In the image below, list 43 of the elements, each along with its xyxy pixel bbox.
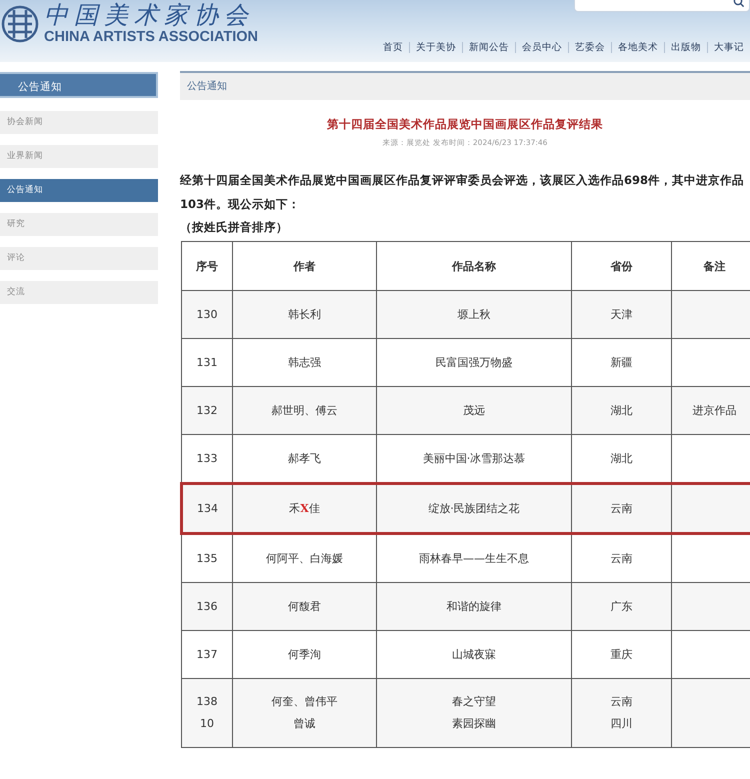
nav-link[interactable]: 大事记 [708, 40, 750, 54]
table-cell: 郝世明、傅云 [232, 386, 376, 434]
table-cell: 130 [182, 290, 232, 338]
cell-text: 10 [199, 716, 215, 732]
article-title: 第十四届全国美术作品展览中国画展区作品复评结果 [326, 117, 604, 132]
cell-text: 云南 [610, 694, 634, 710]
logo-english-text: CHINA ARTISTS ASSOCIATION [44, 30, 258, 44]
breadcrumb: 公告通知 [180, 71, 750, 100]
nav-link[interactable]: 首页 [377, 40, 409, 54]
nav-link[interactable]: 关于美协 [410, 40, 462, 54]
table-cell: 塬上秋 [376, 290, 572, 338]
article-paragraph: 经第十四届全国美术作品展览中国画展区作品复评评审委员会评选，该展区入选作品698件，其中进京作品103件。现公示如下： [180, 172, 746, 213]
table-cell: 何馥君 [232, 582, 376, 630]
nav-link[interactable]: 各地美术 [612, 40, 664, 54]
logo-chinese-text: 中国美术家协会 [44, 0, 255, 30]
cell-text: 曾诚 [292, 716, 316, 732]
table-cell: 和谐的旋律 [376, 582, 572, 630]
cell-text: 素园探幽 [451, 716, 497, 732]
cell-text: 四川 [610, 716, 634, 732]
sidebar-title: 公告通知 [0, 72, 158, 98]
table-cell: 132 [182, 386, 232, 434]
table-cell: 茂远 [376, 386, 572, 434]
cell-text: 何奎、曾伟平 [270, 694, 338, 710]
table-cell: 云南 [572, 484, 672, 534]
table-cell: 进京作品 [672, 386, 750, 434]
nav-link[interactable]: 会员中心 [516, 40, 568, 54]
nav-link[interactable]: 出版物 [665, 40, 707, 54]
nav-link[interactable]: 艺委会 [569, 40, 611, 54]
cell-text: 春之守望 [451, 694, 497, 710]
sort-note: （按姓氏拼音排序） [180, 219, 289, 236]
cell-text: 138 [196, 694, 218, 710]
column-header: 作品名称 [376, 242, 572, 290]
table-cell: 韩长利 [232, 290, 376, 338]
table-cell: 136 [182, 582, 232, 630]
table-cell: 禾X佳 [232, 484, 376, 534]
table-cell: 134 [182, 484, 232, 534]
column-header: 序号 [182, 242, 232, 290]
sidebar-item[interactable]: 公告通知 [0, 179, 158, 202]
table-cell: 绽放·民族团结之花 [376, 484, 572, 534]
table-cell: 天津 [572, 290, 672, 338]
table-cell: 湖北 [572, 386, 672, 434]
table-cell: 广东 [572, 582, 672, 630]
nav-link[interactable]: 新闻公告 [463, 40, 515, 54]
